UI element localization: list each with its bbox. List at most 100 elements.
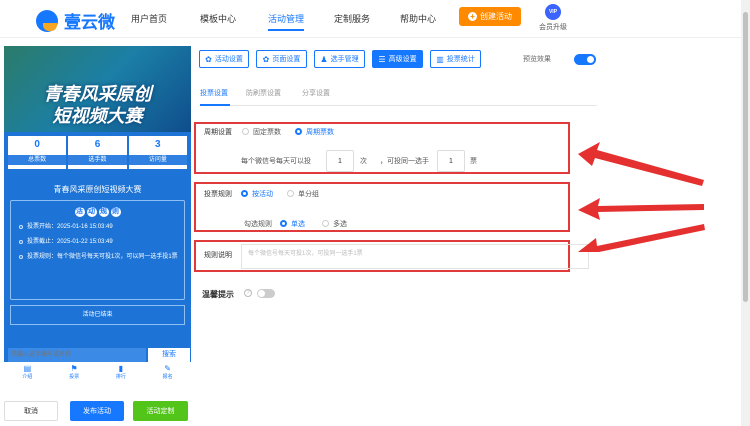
cycle-settings-label: 周期设置 bbox=[204, 129, 232, 136]
nav-activity-management[interactable]: 活动管理 bbox=[268, 12, 305, 31]
stat-visits: 3 访问量 bbox=[128, 136, 187, 169]
rule-text: 投票开始：2025-01-16 15:03:49 bbox=[27, 224, 113, 230]
stat-label: 访问量 bbox=[128, 155, 187, 165]
stat-total-votes: 0 总票数 bbox=[8, 136, 67, 169]
create-activity-button[interactable]: + 创建活动 bbox=[459, 7, 521, 26]
bottom-nav-vote[interactable]: ⚑ 投票 bbox=[59, 362, 89, 383]
preview-search-input[interactable] bbox=[8, 348, 146, 362]
help-icon[interactable]: ? bbox=[244, 289, 252, 297]
radio-fixed-votes-label: 固定票数 bbox=[253, 129, 281, 136]
subtab-vote-settings[interactable]: 投票设置 bbox=[200, 88, 228, 98]
radio-cycle-votes-label: 周期票数 bbox=[306, 129, 334, 136]
rules-heading-char: 则 bbox=[110, 207, 121, 217]
signup-icon: ✎ bbox=[164, 364, 171, 373]
preview-bottom-nav: ▤ 介绍 ⚑ 投票 ▮ 排行 ✎ 报名 bbox=[4, 362, 191, 383]
radio-by-activity[interactable] bbox=[241, 190, 248, 197]
bullet-icon bbox=[19, 255, 23, 259]
bottom-nav-label: 投票 bbox=[69, 374, 80, 380]
bottom-nav-ranking[interactable]: ▮ 排行 bbox=[106, 362, 136, 383]
mobile-preview: 青春风采原创 短视频大赛 0 总票数 6 选手数 3 访问量 青春风采原创短视频… bbox=[4, 46, 191, 383]
radio-single-select-label: 单选 bbox=[291, 221, 305, 228]
stat-label: 总票数 bbox=[8, 155, 67, 165]
radio-single-select[interactable] bbox=[280, 220, 287, 227]
stats-row: 0 总票数 6 选手数 3 访问量 bbox=[8, 136, 187, 169]
radio-cycle-votes[interactable] bbox=[295, 128, 302, 135]
preview-search: 搜索 bbox=[8, 348, 190, 362]
rules-heading: 活 动 规 则 bbox=[11, 207, 184, 217]
rules-heading-char: 规 bbox=[98, 207, 109, 217]
bottom-nav-intro[interactable]: ▤ 介绍 bbox=[12, 362, 42, 383]
cancel-button[interactable]: 取消 bbox=[4, 401, 58, 421]
subtab-share-settings[interactable]: 分享设置 bbox=[302, 88, 330, 98]
same-contestant-prefix: ，可投同一选手 bbox=[380, 158, 429, 165]
sliders-icon: ☰ bbox=[378, 54, 386, 64]
warm-tip-toggle[interactable] bbox=[257, 289, 275, 298]
tab-page-settings[interactable]: ✿ 页面设置 bbox=[256, 50, 307, 68]
arrow-description-icon bbox=[578, 224, 705, 252]
preview-toggle-label: 预览效果 bbox=[523, 56, 551, 63]
tab-contestant-management[interactable]: ♟ 选手管理 bbox=[314, 50, 365, 68]
gear-icon: ✿ bbox=[262, 54, 270, 64]
flag-icon: ⚑ bbox=[70, 364, 78, 373]
tab-label: 活动设置 bbox=[214, 56, 243, 63]
rule-text: 投票截止：2025-01-22 15:03:49 bbox=[27, 239, 113, 245]
users-icon: ♟ bbox=[320, 54, 328, 64]
rule-line: 投票规则：每个微信号每天可投1次，可以同一选手投1票 bbox=[19, 253, 184, 262]
rule-line: 投票开始：2025-01-16 15:03:49 bbox=[19, 223, 184, 232]
activity-title: 青春风采原创短视频大赛 bbox=[53, 185, 142, 194]
stat-label: 选手数 bbox=[68, 155, 127, 165]
tab-label: 选手管理 bbox=[330, 56, 359, 63]
activity-customize-button[interactable]: 活动定制 bbox=[133, 401, 188, 421]
scrollbar-thumb[interactable] bbox=[743, 12, 748, 302]
daily-votes-input[interactable]: 1 bbox=[326, 150, 354, 172]
radio-multi-select[interactable] bbox=[322, 220, 329, 227]
rules-heading-char: 活 bbox=[74, 207, 85, 217]
preview-toggle[interactable] bbox=[574, 54, 596, 65]
rules-heading-char: 动 bbox=[86, 207, 97, 217]
bullet-icon bbox=[19, 240, 23, 244]
activity-ended-banner: 活动已结束 bbox=[10, 305, 185, 325]
warm-tip-label: 温馨提示 bbox=[202, 290, 234, 299]
radio-single-group[interactable] bbox=[287, 190, 294, 197]
tab-label: 投票统计 bbox=[446, 56, 475, 63]
bottom-nav-label: 介绍 bbox=[22, 374, 33, 380]
radio-multi-select-label: 多选 bbox=[333, 221, 347, 228]
tab-label: 页面设置 bbox=[272, 56, 301, 63]
rule-description-textarea[interactable]: 每个微信号每天可投1次，可投同一选手1票 bbox=[241, 244, 589, 269]
tab-advanced-settings[interactable]: ☰ 高级设置 bbox=[372, 50, 423, 68]
vote-rule-label: 投票规则 bbox=[204, 191, 232, 198]
nav-custom-service[interactable]: 定制服务 bbox=[334, 12, 370, 25]
arrow-cycle-icon bbox=[578, 142, 704, 186]
check-rule-label: 勾选规则 bbox=[244, 221, 272, 228]
stat-value: 6 bbox=[94, 139, 101, 150]
tab-vote-statistics[interactable]: ▥ 投票统计 bbox=[430, 50, 481, 68]
preview-search-button[interactable]: 搜索 bbox=[148, 348, 190, 362]
publish-activity-button[interactable]: 发布活动 bbox=[70, 401, 124, 421]
stat-value: 0 bbox=[34, 139, 40, 150]
radio-fixed-votes[interactable] bbox=[242, 128, 249, 135]
brand-logo[interactable]: 壹云微 bbox=[36, 8, 115, 33]
same-contestant-unit: 票 bbox=[470, 158, 477, 165]
same-contestant-input[interactable]: 1 bbox=[437, 150, 465, 172]
rule-description-label: 规则说明 bbox=[204, 252, 232, 259]
cycle-settings-section bbox=[194, 122, 570, 174]
stat-contestants: 6 选手数 bbox=[68, 136, 127, 169]
daily-votes-prefix: 每个微信号每天可以投 bbox=[241, 158, 311, 165]
tab-activity-settings[interactable]: ✿ 活动设置 bbox=[199, 50, 249, 68]
page-scrollbar[interactable] bbox=[741, 0, 750, 426]
vip-upgrade[interactable]: VIP 会员升级 bbox=[536, 4, 570, 32]
bottom-nav-signup[interactable]: ✎ 报名 bbox=[153, 362, 183, 383]
vip-icon: VIP bbox=[545, 4, 561, 20]
tab-label: 高级设置 bbox=[388, 56, 417, 63]
arrow-vote-rule-icon bbox=[578, 198, 704, 220]
subtab-anti-fraud[interactable]: 防刷票设置 bbox=[246, 88, 281, 98]
top-navbar: 壹云微 用户首页 模板中心 活动管理 定制服务 帮助中心 + 创建活动 VIP … bbox=[0, 0, 750, 38]
bar-chart-icon: ▥ bbox=[436, 54, 444, 64]
nav-templates[interactable]: 模板中心 bbox=[200, 12, 236, 25]
nav-help-center[interactable]: 帮助中心 bbox=[400, 12, 436, 25]
rules-box: 活 动 规 则 投票开始：2025-01-16 15:03:49 投票截止：20… bbox=[10, 200, 185, 300]
rule-text: 投票规则：每个微信号每天可投1次，可以同一选手投1票 bbox=[27, 254, 178, 260]
nav-home[interactable]: 用户首页 bbox=[131, 12, 167, 25]
brand-name: 壹云微 bbox=[64, 13, 115, 32]
daily-votes-unit: 次 bbox=[360, 158, 367, 165]
